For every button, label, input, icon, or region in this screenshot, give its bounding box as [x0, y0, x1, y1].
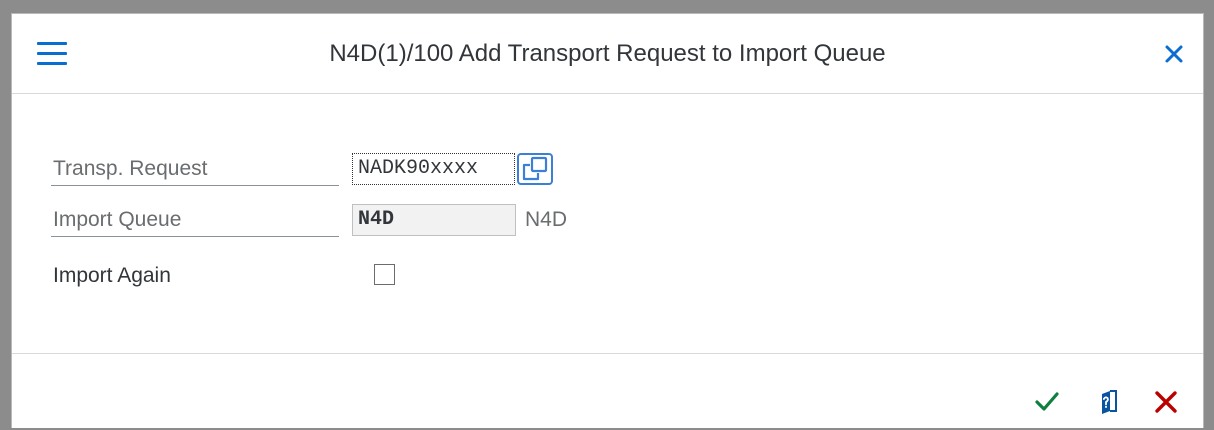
- cancel-x-icon: [1155, 391, 1177, 413]
- import-again-label: Import Again: [53, 264, 171, 287]
- menu-icon-bar: [37, 42, 67, 45]
- value-help-icon: [522, 156, 548, 181]
- transport-request-label: Transp. Request: [51, 153, 339, 186]
- confirm-button[interactable]: [1033, 388, 1061, 416]
- transport-request-input[interactable]: NADK90xxxx: [352, 153, 515, 185]
- menu-button[interactable]: [37, 42, 67, 66]
- help-button[interactable]: [1094, 388, 1122, 416]
- menu-icon-bar: [37, 62, 67, 65]
- dialog-title: N4D(1)/100 Add Transport Request to Impo…: [329, 40, 886, 67]
- cancel-button[interactable]: [1152, 388, 1180, 416]
- import-again-checkbox[interactable]: [374, 264, 395, 285]
- close-button[interactable]: [1162, 42, 1186, 66]
- import-queue-description: N4D: [525, 208, 568, 231]
- import-queue-label: Import Queue: [51, 204, 339, 237]
- import-queue-field: N4D: [352, 204, 516, 236]
- checkmark-icon: [1035, 392, 1059, 411]
- dialog-window: N4D(1)/100 Add Transport Request to Impo…: [11, 13, 1204, 428]
- help-document-icon: [1102, 390, 1117, 414]
- menu-icon-bar: [37, 52, 67, 55]
- dialog-header: N4D(1)/100 Add Transport Request to Impo…: [12, 14, 1203, 94]
- close-icon: [1165, 45, 1183, 63]
- dialog-footer: [12, 353, 1203, 430]
- value-help-button[interactable]: [517, 153, 553, 185]
